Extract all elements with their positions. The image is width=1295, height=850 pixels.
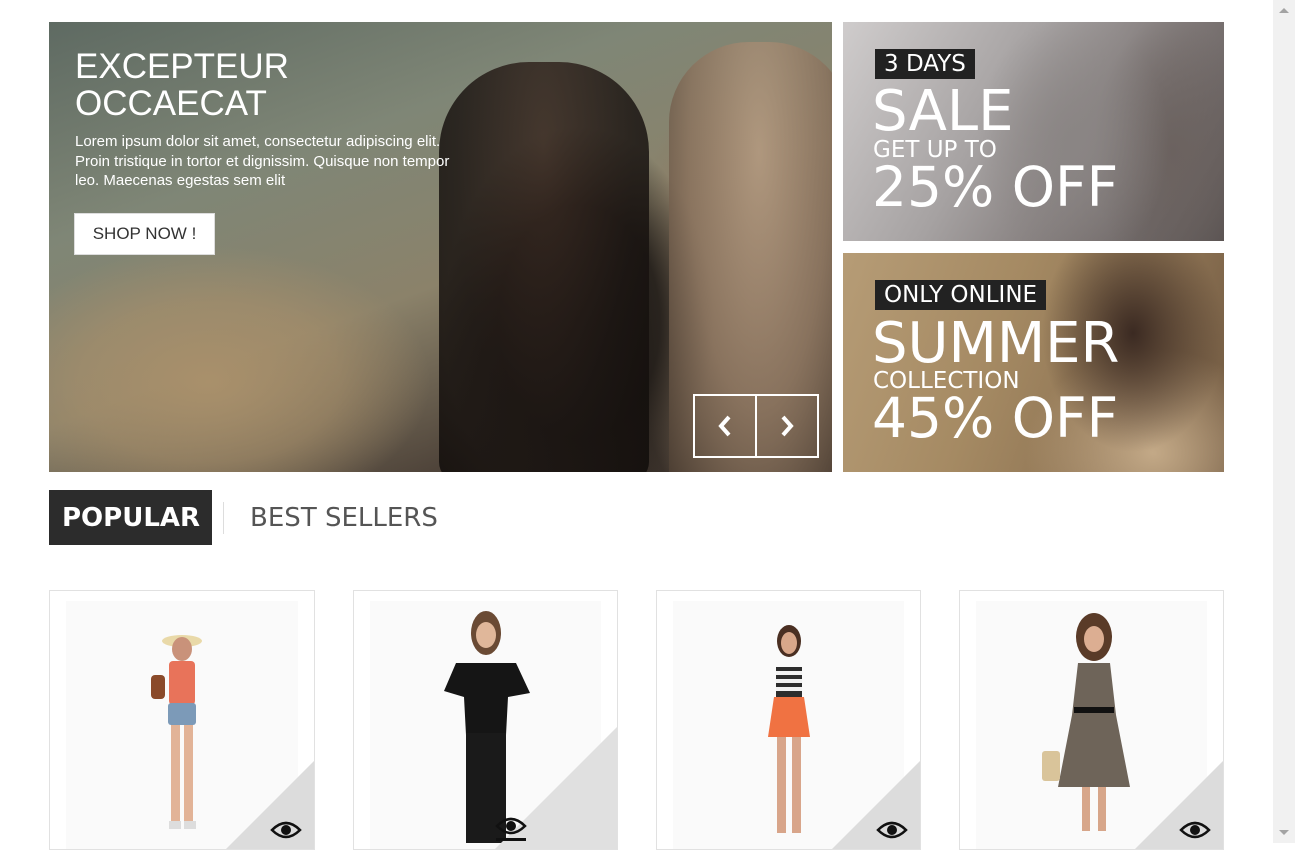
- hero-model-woman: [439, 62, 649, 472]
- eye-icon[interactable]: [270, 819, 302, 841]
- tab-best-sellers[interactable]: BEST SELLERS: [224, 490, 438, 545]
- promo-banner-summer[interactable]: ONLY ONLINE SUMMER COLLECTION 45% OFF: [843, 253, 1224, 472]
- banner-tag: ONLY ONLINE: [875, 280, 1047, 310]
- hero-slider: EXCEPTEUR OCCAECAT Lorem ipsum dolor sit…: [49, 22, 832, 472]
- model-photo: [767, 625, 810, 833]
- banner-headline: SUMMER: [872, 311, 1120, 376]
- vertical-scrollbar[interactable]: [1273, 0, 1295, 843]
- product-tabs: POPULAR BEST SELLERS: [49, 490, 438, 545]
- chevron-left-icon: [718, 415, 731, 437]
- product-card[interactable]: [656, 590, 921, 850]
- scrollbar-thumb[interactable]: [1277, 22, 1291, 82]
- banner-offer: 45% OFF: [872, 386, 1119, 450]
- shop-now-button[interactable]: SHOP NOW !: [74, 213, 215, 255]
- eye-icon[interactable]: [495, 815, 527, 841]
- model-photo: [1041, 613, 1130, 831]
- product-card[interactable]: [49, 590, 315, 850]
- scroll-up-arrow-icon[interactable]: [1279, 8, 1289, 13]
- hero-description: Lorem ipsum dolor sit amet, consectetur …: [75, 133, 450, 189]
- banner-tag: 3 DAYS: [875, 49, 975, 79]
- slider-prev-button[interactable]: [695, 396, 755, 456]
- banner-headline: SALE: [872, 79, 1014, 144]
- hero-caption: EXCEPTEUR OCCAECAT Lorem ipsum dolor sit…: [75, 48, 455, 191]
- banner-offer: 25% OFF: [872, 155, 1119, 219]
- scroll-down-arrow-icon[interactable]: [1279, 830, 1289, 835]
- product-card[interactable]: [353, 590, 618, 850]
- promo-banner-sale[interactable]: 3 DAYS SALE GET UP TO 25% OFF: [843, 22, 1224, 241]
- eye-icon[interactable]: [1179, 819, 1211, 841]
- chevron-right-icon: [781, 415, 794, 437]
- tab-popular[interactable]: POPULAR: [49, 490, 213, 545]
- eye-icon[interactable]: [876, 819, 908, 841]
- model-photo: [151, 635, 202, 829]
- product-card[interactable]: [959, 590, 1224, 850]
- hero-title: EXCEPTEUR OCCAECAT: [75, 47, 289, 123]
- slider-nav: [693, 394, 819, 458]
- slider-next-button[interactable]: [755, 396, 817, 456]
